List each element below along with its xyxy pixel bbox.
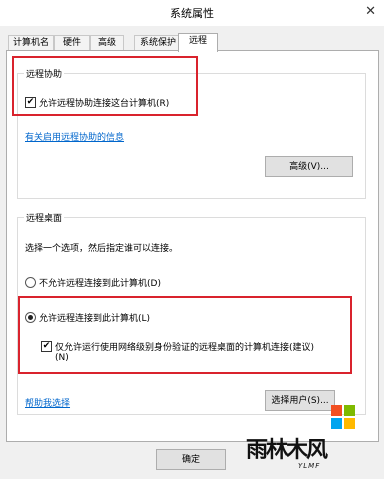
close-icon[interactable]: ✕ xyxy=(365,4,376,20)
advanced-button[interactable]: 高级(V)... xyxy=(265,156,353,177)
remote-assistance-info-link[interactable]: 有关启用远程协助的信息 xyxy=(25,130,124,143)
remote-desktop-instruction: 选择一个选项，然后指定谁可以连接。 xyxy=(25,244,179,254)
tab-system-protection[interactable]: 系统保护 xyxy=(134,35,182,51)
title-bar: 系统属性 ✕ xyxy=(0,0,384,27)
watermark-subtext: YLMF xyxy=(298,462,321,470)
help-me-choose-link[interactable]: 帮助我选择 xyxy=(25,396,70,409)
tab-advanced[interactable]: 高级 xyxy=(90,35,124,51)
deny-remote-connections-label: 不允许远程连接到此计算机(D) xyxy=(39,279,161,289)
tab-remote[interactable]: 远程 xyxy=(178,33,218,52)
tab-computer-name[interactable]: 计算机名 xyxy=(8,35,54,51)
remote-assistance-highlight xyxy=(12,56,198,116)
tab-hardware[interactable]: 硬件 xyxy=(54,35,90,51)
remote-desktop-title: 远程桌面 xyxy=(24,211,65,224)
deny-remote-connections-radio[interactable] xyxy=(25,277,36,288)
watermark-text: 雨林木风 xyxy=(246,437,328,463)
ok-button[interactable]: 确定 xyxy=(156,449,226,470)
select-users-button[interactable]: 选择用户(S)... xyxy=(265,390,335,411)
window-title: 系统属性 xyxy=(170,7,214,20)
windows-logo-icon xyxy=(331,405,355,429)
remote-desktop-highlight xyxy=(18,296,352,374)
